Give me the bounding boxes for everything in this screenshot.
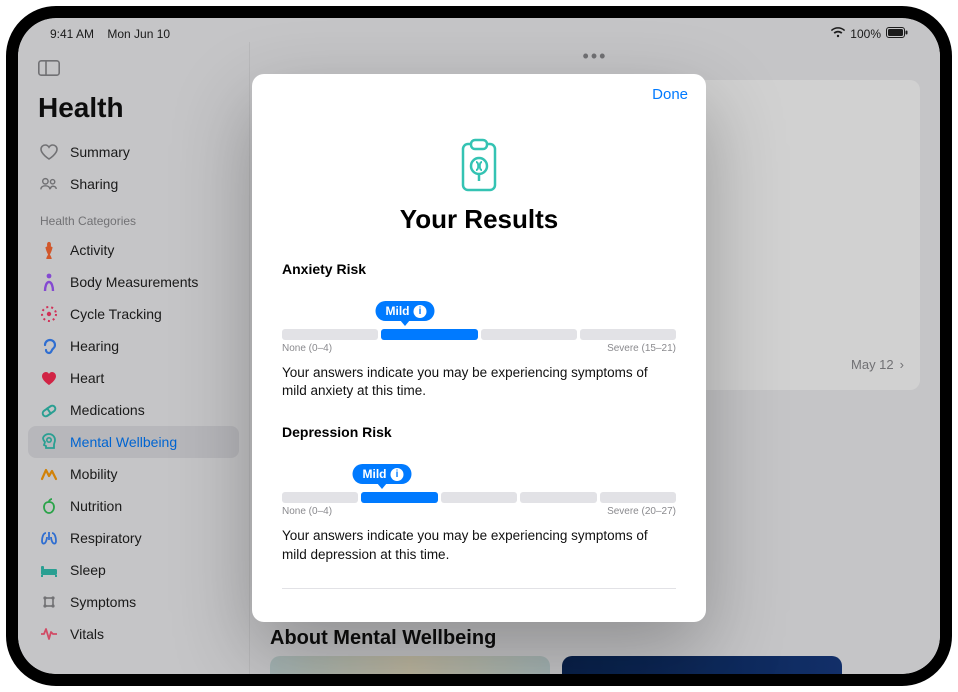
risk-level-pill[interactable]: Mildi [353, 464, 412, 484]
sidebar-item-label: Summary [70, 144, 130, 160]
sidebar-item-respiratory[interactable]: Respiratory [28, 522, 239, 554]
about-card-2[interactable] [562, 656, 842, 674]
status-date: Mon Jun 10 [107, 27, 170, 41]
scale-segment [361, 492, 437, 503]
status-bar: 9:41 AM Mon Jun 10 100% [18, 18, 940, 42]
sidebar-item-heart[interactable]: Heart [28, 362, 239, 394]
sidebar-item-label: Activity [70, 242, 114, 258]
category-icon [40, 529, 58, 547]
info-icon[interactable]: i [414, 305, 427, 318]
scale-segment [282, 492, 358, 503]
heart-outline-icon [40, 143, 58, 161]
category-icon [40, 593, 58, 611]
status-time: 9:41 AM [50, 27, 94, 41]
scale-high-label: Severe (15–21) [607, 343, 676, 354]
sidebar-item-label: Vitals [70, 626, 104, 642]
pill-pointer [400, 320, 410, 326]
sidebar-item-vitals[interactable]: Vitals [28, 618, 239, 650]
sidebar-item-label: Body Measurements [70, 274, 198, 290]
risk-scale [282, 329, 676, 340]
category-icon [40, 561, 58, 579]
sidebar-item-medications[interactable]: Medications [28, 394, 239, 426]
sidebar-item-label: Medications [70, 402, 145, 418]
info-icon[interactable]: i [391, 468, 404, 481]
risk-description: Your answers indicate you may be experie… [282, 527, 676, 563]
scale-segment [441, 492, 517, 503]
category-icon [40, 337, 58, 355]
sidebar-item-label: Heart [70, 370, 104, 386]
risk-level-label: Mild [386, 304, 410, 318]
sidebar-item-label: Sleep [70, 562, 106, 578]
scale-segment [381, 329, 477, 340]
category-icon [40, 625, 58, 643]
risk-scale [282, 492, 676, 503]
sidebar-item-cycle-tracking[interactable]: Cycle Tracking [28, 298, 239, 330]
sidebar-category-list: Activity Body Measurements Cycle Tracking H… [24, 234, 243, 650]
app-title: Health [38, 92, 243, 124]
sidebar-item-label: Respiratory [70, 530, 142, 546]
risk-description: Your answers indicate you may be experie… [282, 364, 676, 400]
risk-level-pill[interactable]: Mildi [376, 301, 435, 321]
scale-low-label: None (0–4) [282, 343, 332, 354]
scale-high-label: Severe (20–27) [607, 506, 676, 517]
sidebar-item-body-measurements[interactable]: Body Measurements [28, 266, 239, 298]
about-heading: About Mental Wellbeing [270, 627, 496, 650]
risk-block-depression-risk: Depression Risk Mildi None (0–4) Severe (20… [282, 424, 676, 563]
pill-pointer [377, 483, 387, 489]
sidebar-section-header: Health Categories [40, 214, 243, 228]
wifi-icon [831, 27, 845, 41]
scale-low-label: None (0–4) [282, 506, 332, 517]
sidebar-toggle-icon[interactable] [38, 60, 60, 78]
sidebar-item-sleep[interactable]: Sleep [28, 554, 239, 586]
risk-level-label: Mild [363, 467, 387, 481]
sidebar-item-label: Hearing [70, 338, 119, 354]
scale-segment [282, 329, 378, 340]
category-icon [40, 273, 58, 291]
scale-segment [481, 329, 577, 340]
category-icon [40, 401, 58, 419]
risk-title: Depression Risk [282, 424, 676, 440]
results-modal: Done Your Results Anxiety RiskMildiNone … [252, 74, 706, 622]
divider [282, 588, 676, 589]
category-icon [40, 497, 58, 515]
scale-segment [580, 329, 676, 340]
battery-percent: 100% [850, 27, 881, 41]
sidebar-item-activity[interactable]: Activity [28, 234, 239, 266]
done-button[interactable]: Done [652, 86, 688, 103]
sidebar-item-label: Nutrition [70, 498, 122, 514]
category-icon [40, 305, 58, 323]
category-icon [40, 369, 58, 387]
clipboard-brain-icon [455, 138, 503, 196]
risk-block-anxiety-risk: Anxiety Risk Mildi None (0–4) Severe (15–21… [282, 261, 676, 400]
sidebar-item-label: Cycle Tracking [70, 306, 162, 322]
sidebar-item-label: Mental Wellbeing [70, 434, 177, 450]
screen: 9:41 AM Mon Jun 10 100% [18, 18, 940, 674]
people-icon [40, 175, 58, 193]
device-frame: 9:41 AM Mon Jun 10 100% [6, 6, 952, 686]
sidebar-item-hearing[interactable]: Hearing [28, 330, 239, 362]
scale-segment [520, 492, 596, 503]
battery-icon [886, 27, 908, 41]
sidebar-item-symptoms[interactable]: Symptoms [28, 586, 239, 618]
category-icon [40, 465, 58, 483]
category-icon [40, 241, 58, 259]
sidebar-item-label: Symptoms [70, 594, 136, 610]
modal-title: Your Results [282, 204, 676, 235]
multitask-dots-icon[interactable]: ••• [583, 46, 608, 67]
sidebar: Health Summary Sharing Health Categories… [18, 42, 250, 674]
chevron-right-icon: › [900, 357, 904, 372]
risk-title: Anxiety Risk [282, 261, 676, 277]
sidebar-item-summary[interactable]: Summary [28, 136, 239, 168]
sidebar-item-mental-wellbeing[interactable]: Mental Wellbeing [28, 426, 239, 458]
sidebar-item-label: Sharing [70, 176, 118, 192]
sidebar-item-label: Mobility [70, 466, 117, 482]
sidebar-item-sharing[interactable]: Sharing [28, 168, 239, 200]
scale-segment [600, 492, 676, 503]
sidebar-item-nutrition[interactable]: Nutrition [28, 490, 239, 522]
category-icon [40, 433, 58, 451]
sidebar-item-mobility[interactable]: Mobility [28, 458, 239, 490]
about-card-1[interactable] [270, 656, 550, 674]
card-row-date: May 12 [851, 357, 894, 372]
